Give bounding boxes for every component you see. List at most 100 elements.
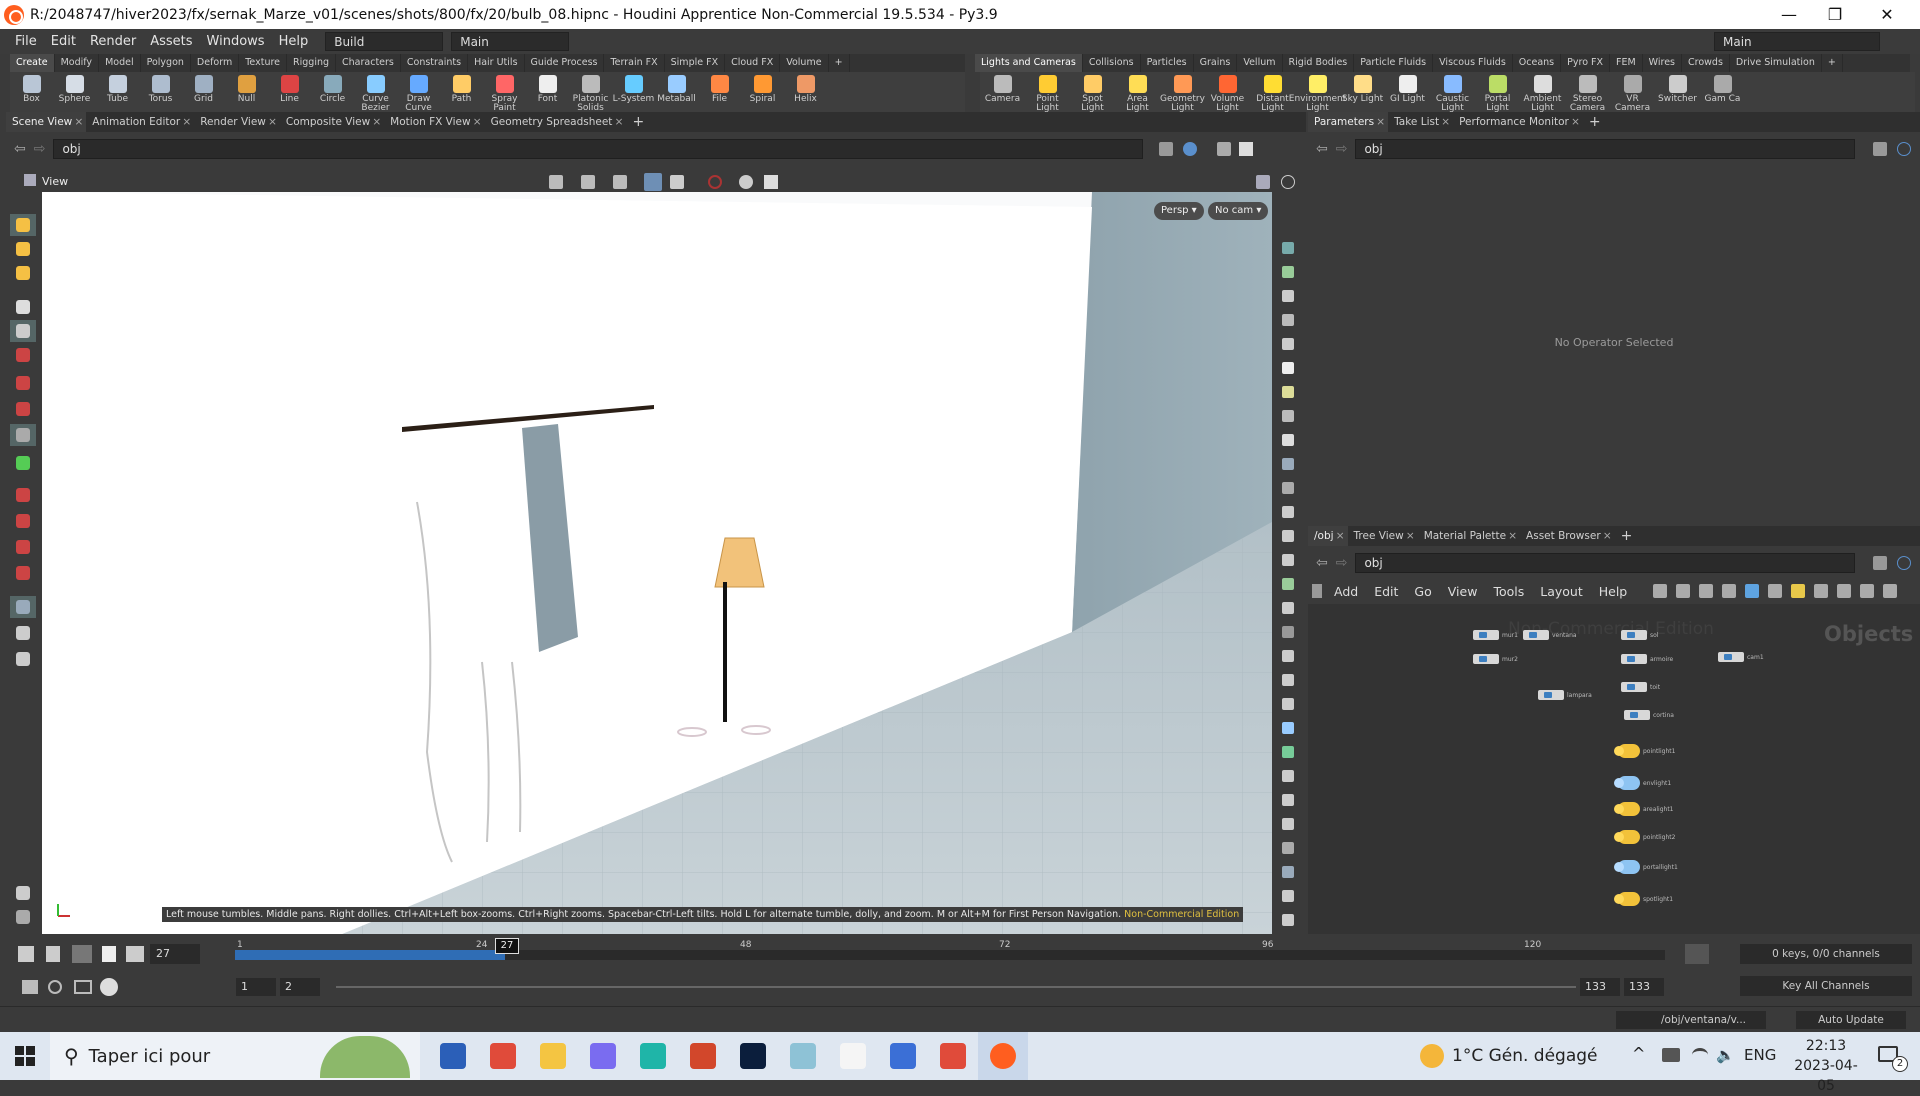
tab-performance-monitor[interactable]: Performance Monitor xyxy=(1453,112,1583,132)
frame-slider[interactable] xyxy=(235,950,1665,960)
shelf-tab-characters[interactable]: Characters xyxy=(336,54,401,72)
word-button[interactable] xyxy=(428,1032,478,1080)
tool-path[interactable]: Path xyxy=(440,72,483,104)
viewport-option-3-button[interactable] xyxy=(1277,286,1299,306)
shelf-tab-lights-and-cameras[interactable]: Lights and Cameras xyxy=(975,54,1083,72)
network-box-icon[interactable] xyxy=(1837,584,1852,598)
settings-tool-button[interactable] xyxy=(10,906,36,928)
viewport-option-25-button[interactable] xyxy=(1277,814,1299,834)
shelf-tab-fem[interactable]: FEM xyxy=(1610,54,1643,72)
jump-end-icon[interactable] xyxy=(126,946,144,962)
viewport-option-4-button[interactable] xyxy=(1277,310,1299,330)
tool-sky-light[interactable]: Sky Light xyxy=(1340,72,1385,104)
snap-multi-button[interactable] xyxy=(10,562,36,584)
range-start2-field[interactable]: 2 xyxy=(280,978,320,996)
network-sticky-icon[interactable] xyxy=(1791,584,1806,598)
add-shelf-tab-icon[interactable]: + xyxy=(829,54,850,72)
node-mur1[interactable]: mur1 xyxy=(1473,630,1518,640)
display-options-icon[interactable] xyxy=(1256,175,1270,189)
tab-animation-editor[interactable]: Animation Editor xyxy=(86,112,194,132)
maximize-button[interactable]: ❐ xyxy=(1812,0,1858,29)
viewport-option-14-button[interactable] xyxy=(1277,550,1299,570)
clock[interactable]: 22:13 2023-04-05 xyxy=(1786,1036,1866,1096)
network-menu-tools[interactable]: Tools xyxy=(1485,584,1532,599)
context-dropdown[interactable]: Main xyxy=(451,32,570,51)
viewport-option-8-button[interactable] xyxy=(1277,406,1299,426)
viewport-layout-icon[interactable] xyxy=(1217,142,1232,156)
light-envlight1[interactable]: envlight1 xyxy=(1614,776,1671,790)
tool-ambient-light[interactable]: Ambient Light xyxy=(1520,72,1565,113)
light-pointlight1[interactable]: pointlight1 xyxy=(1614,744,1675,758)
network-tree-icon[interactable] xyxy=(1676,584,1691,598)
menu-windows[interactable]: Windows xyxy=(200,34,272,49)
viewport-option-12-button[interactable] xyxy=(1277,502,1299,522)
shelf-tab-rigid-bodies[interactable]: Rigid Bodies xyxy=(1283,54,1355,72)
desktop-dropdown[interactable]: Build xyxy=(325,32,444,51)
add-shelf-tab-icon[interactable]: + xyxy=(1822,54,1843,72)
powerpoint-button[interactable] xyxy=(678,1032,728,1080)
shelf-tab-oceans[interactable]: Oceans xyxy=(1513,54,1562,72)
snap-tool-icon[interactable] xyxy=(613,175,627,189)
params-pin-icon[interactable] xyxy=(1873,142,1888,156)
render-icon[interactable] xyxy=(764,175,778,189)
minimize-button[interactable]: — xyxy=(1766,0,1812,29)
shelf-tab-texture[interactable]: Texture xyxy=(239,54,288,72)
move-tool-button[interactable] xyxy=(10,238,36,260)
network-image-icon[interactable] xyxy=(1814,584,1829,598)
network-grid-icon[interactable] xyxy=(1722,584,1737,598)
camera-dropdown[interactable]: No cam ▾ xyxy=(1208,202,1269,220)
node-lampara[interactable]: lampara xyxy=(1538,690,1592,700)
taskbar-search[interactable]: ⚲ Taper ici pour xyxy=(50,1032,420,1080)
lang-indicator[interactable]: ENG xyxy=(1724,1046,1776,1064)
tool-grid[interactable]: Grid xyxy=(182,72,225,104)
menu-render[interactable]: Render xyxy=(83,34,143,49)
network-camera-icon[interactable] xyxy=(1883,584,1898,598)
snap-point-button[interactable] xyxy=(10,536,36,558)
tool-line[interactable]: Line xyxy=(268,72,311,104)
add-tab-icon[interactable]: + xyxy=(1583,114,1607,130)
tool-camera[interactable]: Camera xyxy=(980,72,1025,104)
tool-metaball[interactable]: Metaball xyxy=(655,72,698,104)
houdini-button[interactable] xyxy=(978,1032,1028,1080)
camera-icon[interactable] xyxy=(739,175,753,189)
flipbook-tool-button[interactable] xyxy=(10,648,36,670)
tab-motion-fx-view[interactable]: Motion FX View xyxy=(384,112,484,132)
viewport-option-6-button[interactable] xyxy=(1277,358,1299,378)
pose-tool-button[interactable] xyxy=(10,344,36,366)
tab-tree-view[interactable]: Tree View xyxy=(1348,526,1418,546)
params-link-icon[interactable] xyxy=(1897,142,1912,156)
shelf-tab-cloud-fx[interactable]: Cloud FX xyxy=(725,54,781,72)
viewport-option-16-button[interactable] xyxy=(1277,598,1299,618)
record-icon[interactable] xyxy=(708,175,722,189)
teams-button[interactable] xyxy=(878,1032,928,1080)
shelf-tab-guide-process[interactable]: Guide Process xyxy=(525,54,605,72)
tool-environment-light[interactable]: Environment Light xyxy=(1289,72,1346,113)
current-frame-field[interactable]: 27 xyxy=(150,944,200,964)
copilot-button[interactable] xyxy=(578,1032,628,1080)
tool-vr-camera[interactable]: VR Camera xyxy=(1610,72,1655,113)
shelf-tab-deform[interactable]: Deform xyxy=(191,54,240,72)
node-sol[interactable]: sol xyxy=(1621,630,1658,640)
node-armoire[interactable]: armoire xyxy=(1621,654,1673,664)
explorer-button[interactable] xyxy=(528,1032,578,1080)
menu-edit[interactable]: Edit xyxy=(44,34,83,49)
pin-icon[interactable] xyxy=(1159,142,1174,156)
shelf-tab-polygon[interactable]: Polygon xyxy=(141,54,191,72)
tab-parameters[interactable]: Parameters xyxy=(1308,112,1389,132)
network-list-icon[interactable] xyxy=(1699,584,1714,598)
snap-grid-button[interactable] xyxy=(10,484,36,506)
jump-start-icon[interactable] xyxy=(18,946,34,962)
shelf-tab-grains[interactable]: Grains xyxy=(1194,54,1238,72)
shelf-tab-constraints[interactable]: Constraints xyxy=(401,54,469,72)
node-cam1[interactable]: cam1 xyxy=(1718,652,1764,662)
tool-area-light[interactable]: Area Light xyxy=(1115,72,1160,113)
shelf-tab-drive-simulation[interactable]: Drive Simulation xyxy=(1730,54,1822,72)
viewport-option-13-button[interactable] xyxy=(1277,526,1299,546)
tool-stereo-camera[interactable]: Stereo Camera xyxy=(1565,72,1610,113)
tab-render-view[interactable]: Render View xyxy=(194,112,280,132)
view-tool-button[interactable] xyxy=(10,596,36,618)
persp-dropdown[interactable]: Persp ▾ xyxy=(1154,202,1204,220)
tool-l-system[interactable]: L-System xyxy=(612,72,655,104)
shelf-tab-wires[interactable]: Wires xyxy=(1643,54,1682,72)
viewport-option-1-button[interactable] xyxy=(1277,238,1299,258)
